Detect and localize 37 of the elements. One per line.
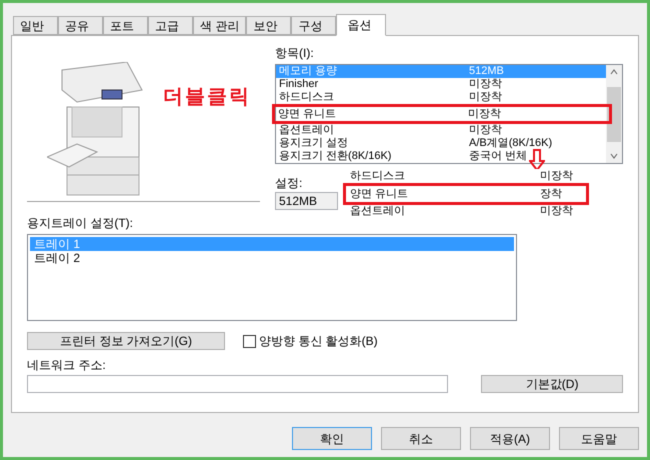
tab[interactable]: 공유 xyxy=(58,16,103,35)
dialog-button[interactable]: 적용(A) xyxy=(470,427,550,450)
down-arrow-annotation xyxy=(529,149,545,171)
network-address-field[interactable] xyxy=(27,375,448,393)
items-label: 항목(I): xyxy=(275,45,315,62)
tab[interactable]: 포트 xyxy=(103,16,148,35)
list-item[interactable]: 옵션트레이 미장착 xyxy=(276,124,606,137)
tab[interactable]: 일반 xyxy=(13,16,58,35)
scrollbar[interactable] xyxy=(606,65,622,163)
list-item[interactable]: 용지크기 전환(8K/16K) 중국어 번체 xyxy=(276,150,606,163)
tab[interactable]: 보안 xyxy=(246,16,292,35)
setting-field[interactable]: 512MB xyxy=(275,192,338,210)
popup-item: 옵션트레이 미장착 xyxy=(349,205,574,218)
annotation-text: 더블클릭 xyxy=(163,83,251,110)
tab[interactable]: 옵션 xyxy=(336,14,386,36)
dialog-button[interactable]: 도움말 xyxy=(559,427,639,450)
list-item[interactable]: 용지크기 설정 A/B계열(8K/16K) xyxy=(276,137,606,150)
list-item[interactable]: 양면 유니트 미장착 xyxy=(272,104,612,124)
tab[interactable]: 고급 xyxy=(148,16,193,35)
tab[interactable]: 구성 xyxy=(291,16,336,35)
trays-list[interactable]: 트레이 1 트레이 2 xyxy=(27,234,517,321)
tab[interactable]: 색 관리 xyxy=(193,16,246,35)
items-list[interactable]: 메모리 용량 512MB Finisher 미장착 하드디스크 미장착 양면 유니트 미장착 옵션트레이 미장착 용지크기 설정 A/B계열(8K/16K) 용지크기 전환(8K/16K) 중국어 번체 xyxy=(275,64,623,164)
list-item[interactable]: 하드디스크 미장착 xyxy=(276,91,606,104)
network-label: 네트워크 주소: xyxy=(27,357,107,374)
popup-item: 양면 유니트 장착 xyxy=(343,183,589,205)
list-item[interactable]: Finisher 미장착 xyxy=(276,78,606,91)
checkbox[interactable] xyxy=(243,334,256,348)
checkbox-label: 양방향 통신 활성화(B) xyxy=(259,333,378,350)
list-item[interactable]: 트레이 2 xyxy=(30,251,514,265)
setting-label: 설정: xyxy=(275,175,302,192)
popup-item: 하드디스크 미장착 xyxy=(349,170,574,183)
dialog-button[interactable]: 확인 xyxy=(292,427,372,450)
fetch-info-button[interactable]: 프린터 정보 가져오기(G) xyxy=(27,332,225,350)
dialog-button[interactable]: 취소 xyxy=(381,427,461,450)
trays-label: 용지트레이 설정(T): xyxy=(27,215,133,232)
default-button[interactable]: 기본값(D) xyxy=(481,375,623,393)
